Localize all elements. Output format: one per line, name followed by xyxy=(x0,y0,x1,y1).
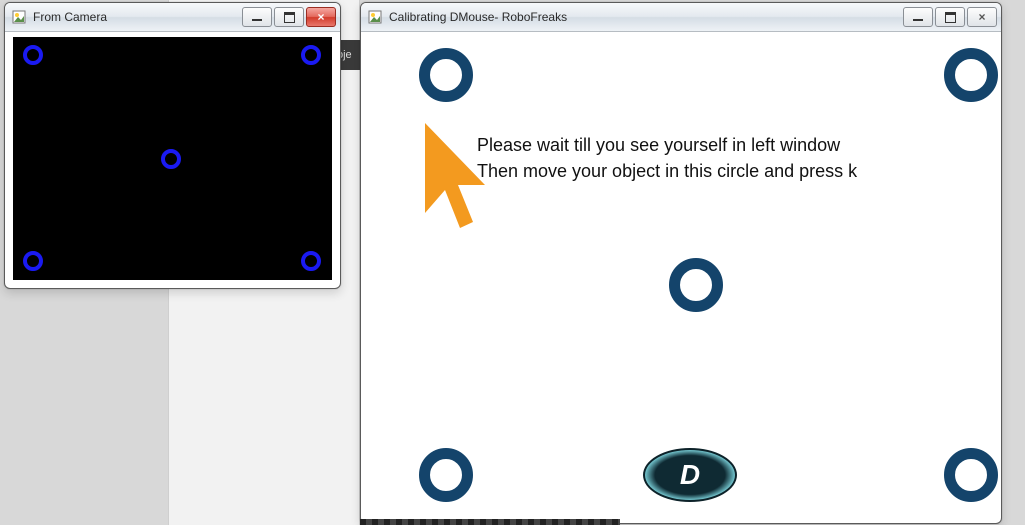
calibration-dot xyxy=(23,45,43,65)
camera-feed-area xyxy=(13,37,332,280)
dmouse-logo-icon: D xyxy=(643,448,737,502)
taskbar-fragment xyxy=(360,519,620,525)
app-icon xyxy=(11,9,27,25)
calibration-dot xyxy=(161,149,181,169)
calibration-target[interactable] xyxy=(419,448,473,502)
close-button[interactable]: × xyxy=(967,7,997,27)
instruction-line-2: Then move your object in this circle and… xyxy=(477,159,857,184)
logo-letter: D xyxy=(680,459,700,491)
calibration-dot xyxy=(301,251,321,271)
calibration-titlebar[interactable]: Calibrating DMouse- RoboFreaks × xyxy=(361,3,1001,32)
calibration-target[interactable] xyxy=(944,448,998,502)
camera-window: From Camera × xyxy=(4,2,341,289)
calibration-canvas[interactable]: Please wait till you see yourself in lef… xyxy=(369,33,993,515)
minimize-button[interactable] xyxy=(903,7,933,27)
app-icon xyxy=(367,9,383,25)
calibration-target[interactable] xyxy=(669,258,723,312)
camera-window-title: From Camera xyxy=(33,10,107,24)
calibration-target[interactable] xyxy=(419,48,473,102)
minimize-button[interactable] xyxy=(242,7,272,27)
close-button[interactable]: × xyxy=(306,7,336,27)
camera-titlebar[interactable]: From Camera × xyxy=(5,3,340,32)
maximize-button[interactable] xyxy=(274,7,304,27)
maximize-button[interactable] xyxy=(935,7,965,27)
calibration-target[interactable] xyxy=(944,48,998,102)
instruction-line-1: Please wait till you see yourself in lef… xyxy=(477,133,840,158)
calibration-dot xyxy=(301,45,321,65)
calibration-window: Calibrating DMouse- RoboFreaks × Please … xyxy=(360,2,1002,524)
calibration-dot xyxy=(23,251,43,271)
calibration-window-title: Calibrating DMouse- RoboFreaks xyxy=(389,10,567,24)
